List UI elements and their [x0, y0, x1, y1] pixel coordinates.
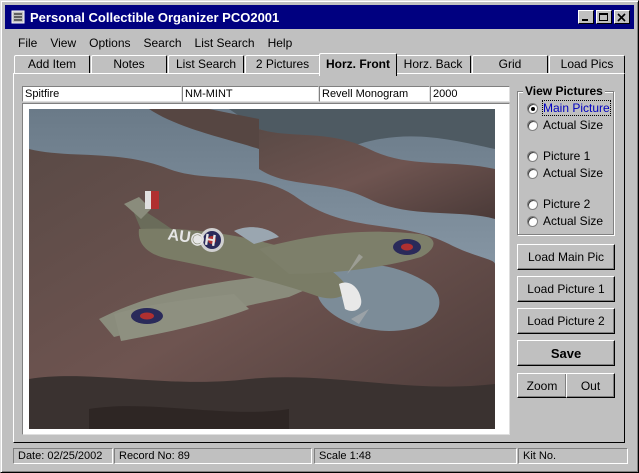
radio-button-icon[interactable]: [527, 167, 538, 179]
radio-button-icon[interactable]: [527, 198, 538, 210]
load-main-pic-button[interactable]: Load Main Pic: [517, 244, 615, 270]
maximize-icon: [599, 13, 608, 21]
menu-list-search[interactable]: List Search: [188, 35, 261, 53]
tab-add-item[interactable]: Add Item: [14, 55, 90, 74]
record-info-row: Spitfire NM-MINT Revell Monogram 2000: [22, 86, 510, 102]
tab-horz-back[interactable]: Horz. Back: [395, 55, 471, 74]
app-icon[interactable]: [10, 9, 26, 25]
tab-2-pictures[interactable]: 2 Pictures: [245, 55, 320, 74]
radio-main-picture[interactable]: Main Picture: [527, 100, 611, 116]
title-bar[interactable]: Personal Collectible Organizer PCO2001: [5, 5, 634, 29]
status-scale: Scale 1:48: [314, 448, 517, 464]
view-pictures-title: View Pictures: [523, 84, 605, 98]
status-kit-no: Kit No.: [518, 448, 628, 464]
condition-field[interactable]: NM-MINT: [182, 86, 319, 102]
radio-label: Picture 2: [543, 197, 591, 211]
tab-list-search[interactable]: List Search: [168, 55, 244, 74]
radio-button-icon[interactable]: [527, 119, 538, 131]
maximize-button[interactable]: [596, 10, 612, 24]
tab-grid[interactable]: Grid: [472, 55, 548, 74]
load-picture-1-button[interactable]: Load Picture 1: [517, 276, 615, 302]
save-button[interactable]: Save: [517, 340, 615, 366]
tab-horz-front[interactable]: Horz. Front: [319, 53, 397, 76]
item-name-field[interactable]: Spitfire: [22, 86, 182, 102]
menu-search[interactable]: Search: [137, 35, 188, 53]
radio-main-actual-size[interactable]: Actual Size: [527, 118, 603, 132]
status-date: Date: 02/25/2002: [13, 448, 113, 464]
menu-file[interactable]: File: [11, 35, 43, 53]
year-field[interactable]: 2000: [430, 86, 510, 102]
radio-label: Actual Size: [543, 166, 604, 180]
menu-bar: File View Options Search List Search Hel…: [11, 35, 298, 53]
radio-button-icon[interactable]: [527, 150, 538, 162]
maker-field[interactable]: Revell Monogram: [319, 86, 430, 102]
tab-load-pics[interactable]: Load Pics: [549, 55, 625, 74]
zoom-out-button[interactable]: Out: [566, 373, 615, 398]
status-bar: Date: 02/25/2002 Record No: 89 Scale 1:4…: [13, 448, 628, 464]
radio-picture-1-actual-size[interactable]: Actual Size: [527, 166, 603, 180]
radio-label: Actual Size: [543, 118, 604, 132]
load-picture-2-button[interactable]: Load Picture 2: [517, 308, 615, 334]
zoom-button[interactable]: Zoom: [517, 373, 567, 398]
close-icon: [617, 13, 626, 22]
menu-options[interactable]: Options: [82, 35, 136, 53]
minimize-icon: [582, 19, 588, 21]
radio-picture-2-actual-size[interactable]: Actual Size: [527, 214, 603, 228]
tab-notes[interactable]: Notes: [91, 55, 167, 74]
tab-strip: Add Item Notes List Search 2 Pictures Ho…: [13, 53, 625, 76]
radio-picture-1[interactable]: Picture 1: [527, 149, 590, 163]
close-button[interactable]: [614, 10, 630, 24]
window-title: Personal Collectible Organizer PCO2001: [30, 9, 280, 25]
main-picture-frame: AU◉H: [22, 103, 510, 435]
app-window: Personal Collectible Organizer PCO2001 F…: [0, 0, 639, 473]
radio-label: Main Picture: [542, 100, 611, 116]
spitfire-photo: AU◉H: [29, 109, 495, 429]
menu-view[interactable]: View: [43, 35, 82, 53]
status-record-no: Record No: 89: [114, 448, 312, 464]
radio-button-icon[interactable]: [527, 102, 538, 114]
radio-picture-2[interactable]: Picture 2: [527, 197, 590, 211]
minimize-button[interactable]: [578, 10, 594, 24]
radio-button-icon[interactable]: [527, 215, 538, 227]
radio-label: Picture 1: [543, 149, 591, 163]
radio-label: Actual Size: [543, 214, 604, 228]
menu-help[interactable]: Help: [261, 35, 299, 53]
